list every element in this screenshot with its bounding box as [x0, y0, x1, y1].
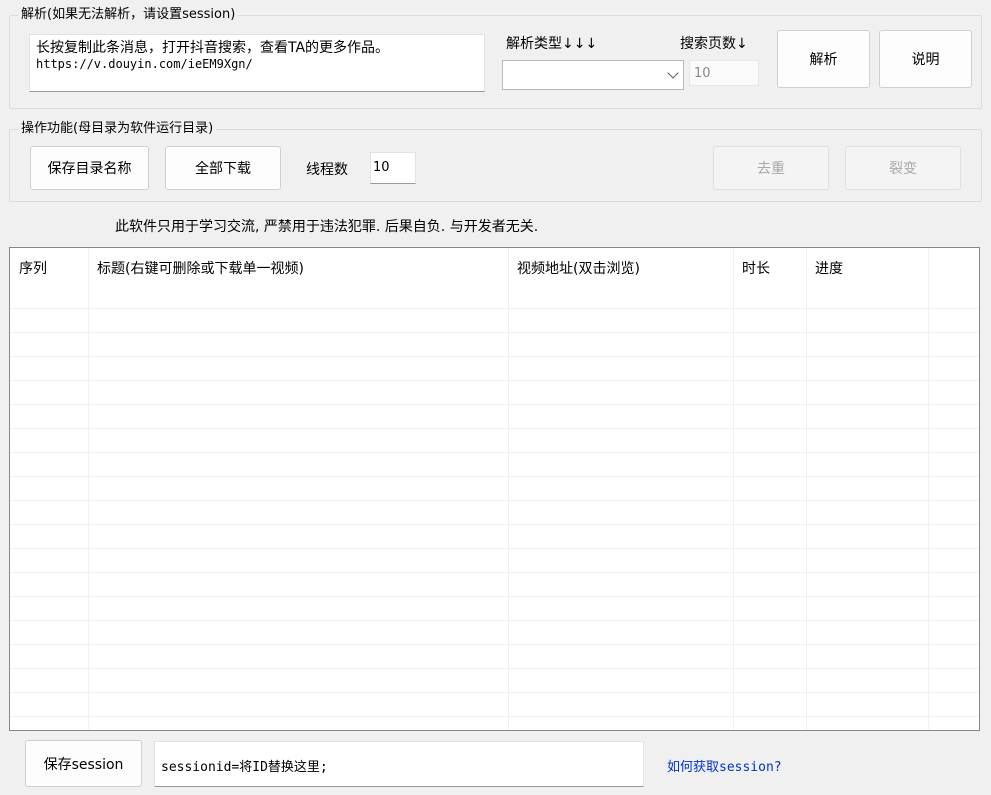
grid-row-line — [10, 356, 979, 357]
column-divider — [508, 248, 509, 730]
parse-group-title: 解析(如果无法解析，请设置session) — [18, 6, 239, 24]
grid-row-line — [10, 716, 979, 717]
video-table[interactable]: 序列 标题(右键可删除或下载单一视频) 视频地址(双击浏览) 时长 进度 — [9, 247, 980, 731]
threads-value: 10 — [373, 160, 390, 175]
column-header-progress[interactable]: 进度 — [806, 248, 928, 290]
column-divider — [88, 248, 89, 730]
table-header: 序列 标题(右键可删除或下载单一视频) 视频地址(双击浏览) 时长 进度 — [10, 248, 979, 290]
save-session-button[interactable]: 保存session — [25, 740, 142, 787]
column-header-index[interactable]: 序列 — [10, 248, 88, 290]
grid-row-line — [10, 500, 979, 501]
column-header-duration[interactable]: 时长 — [733, 248, 806, 290]
parse-type-dropdown[interactable] — [502, 60, 684, 90]
session-help-link[interactable]: 如何获取session? — [667, 756, 782, 775]
session-input[interactable]: sessionid=将ID替换这里; — [154, 741, 644, 787]
grid-row-line — [10, 476, 979, 477]
grid-row-line — [10, 620, 979, 621]
grid-row-line — [10, 452, 979, 453]
save-dir-button[interactable]: 保存目录名称 — [30, 146, 149, 190]
share-message-line2: https://v.douyin.com/ieEM9Xgn/ — [36, 57, 253, 71]
grid-row-line — [10, 428, 979, 429]
disclaimer-text: 此软件只用于学习交流, 严禁用于违法犯罪. 后果自负. 与开发者无关. — [115, 219, 539, 235]
dedupe-button[interactable]: 去重 — [713, 146, 829, 190]
grid-row-line — [10, 380, 979, 381]
column-divider — [806, 248, 807, 730]
grid-row-line — [10, 548, 979, 549]
session-input-value: sessionid=将ID替换这里; — [161, 760, 328, 775]
ops-group-title: 操作功能(母目录为软件运行目录) — [18, 120, 217, 138]
download-all-button[interactable]: 全部下载 — [165, 146, 281, 190]
threads-label: 线程数 — [306, 162, 348, 178]
share-message-input[interactable]: 长按复制此条消息，打开抖音搜索，查看TA的更多作品。 https://v.dou… — [29, 34, 485, 92]
column-divider — [928, 248, 929, 730]
grid-row-line — [10, 692, 979, 693]
threads-input[interactable]: 10 — [370, 152, 416, 184]
split-button[interactable]: 裂变 — [845, 146, 961, 190]
grid-row-line — [10, 596, 979, 597]
grid-row-line — [10, 308, 979, 309]
column-header-url[interactable]: 视频地址(双击浏览) — [508, 248, 733, 290]
share-message-line1: 长按复制此条消息，打开抖音搜索，查看TA的更多作品。 — [36, 40, 390, 56]
grid-row-line — [10, 644, 979, 645]
parse-type-label: 解析类型↓↓↓ — [506, 36, 598, 52]
grid-row-line — [10, 332, 979, 333]
parse-button[interactable]: 解析 — [777, 30, 870, 88]
help-button[interactable]: 说明 — [879, 30, 972, 88]
chevron-down-icon — [667, 67, 679, 79]
grid-row-line — [10, 404, 979, 405]
search-pages-value: 10 — [694, 66, 711, 81]
grid-row-line — [10, 668, 979, 669]
grid-row-line — [10, 524, 979, 525]
search-pages-input[interactable]: 10 — [689, 60, 759, 86]
column-divider — [733, 248, 734, 730]
column-header-title[interactable]: 标题(右键可删除或下载单一视频) — [88, 248, 508, 290]
grid-row-line — [10, 572, 979, 573]
search-pages-label: 搜索页数↓ — [680, 36, 748, 52]
ops-group: 操作功能(母目录为软件运行目录) — [9, 120, 982, 202]
